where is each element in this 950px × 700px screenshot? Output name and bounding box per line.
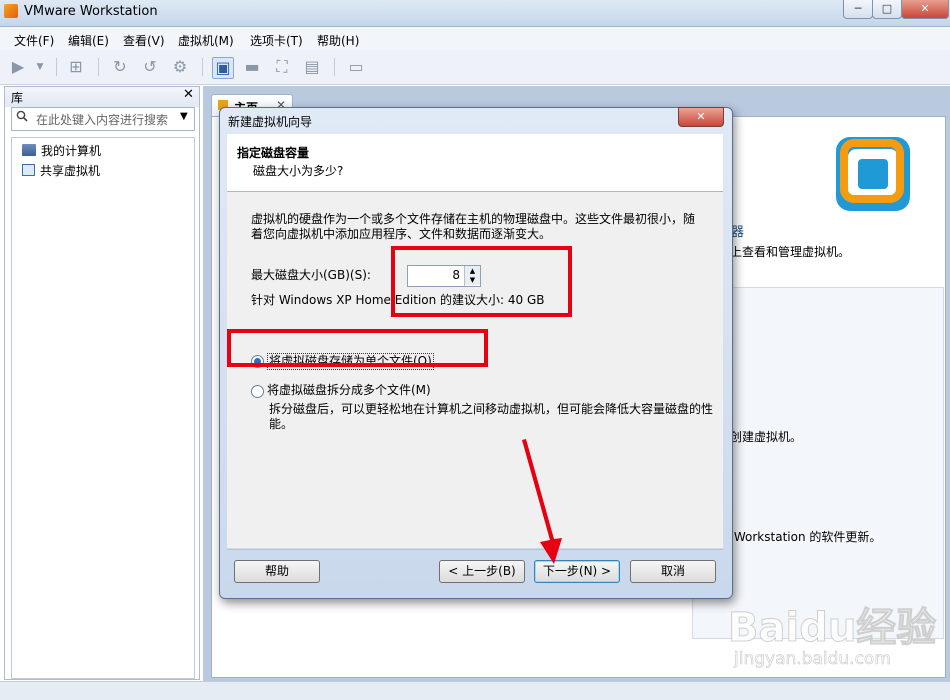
- library-close-icon[interactable]: ✕: [183, 87, 194, 102]
- snapshot-revert-icon[interactable]: ↺: [140, 57, 160, 77]
- unity-icon[interactable]: ▤: [302, 57, 322, 77]
- help-button[interactable]: 帮助: [234, 560, 320, 583]
- toolbar-separator: [56, 58, 57, 76]
- max-disk-size-label: 最大磁盘大小(GB)(S):: [251, 268, 371, 282]
- network-icon[interactable]: ⊞: [66, 57, 86, 77]
- annotation-arrow-icon: [522, 439, 562, 564]
- toolbar: ▶ ▼ ⊞ ↻ ↺ ⚙ ▣ ▬ ⛶ ▤ ▭: [0, 50, 950, 85]
- menu-vm[interactable]: 虚拟机(M): [178, 32, 234, 49]
- search-icon: [16, 110, 28, 122]
- dialog-close-button[interactable]: ✕: [678, 107, 724, 127]
- tree-item-label: 我的计算机: [41, 144, 102, 158]
- play-icon[interactable]: ▶: [8, 57, 28, 77]
- menu-tabs[interactable]: 选项卡(T): [250, 32, 303, 49]
- vmware-logo-icon: [836, 137, 910, 211]
- maximize-button[interactable]: □: [872, 0, 902, 19]
- radio-split-files-label[interactable]: 将虚拟磁盘拆分成多个文件(M): [267, 383, 431, 398]
- split-files-description: 拆分磁盘后，可以更轻松地在计算机之间移动虚拟机，但可能会降低大容量磁盘的性能。: [269, 402, 714, 431]
- chevron-down-icon[interactable]: ▼: [180, 111, 188, 122]
- card-desc-software-update: re Workstation 的软件更新。: [718, 530, 882, 544]
- fullscreen-icon[interactable]: ⛶: [272, 57, 292, 77]
- menu-file[interactable]: 文件(F): [14, 32, 54, 49]
- dialog-header: 指定磁盘容量 磁盘大小为多少?: [227, 134, 723, 192]
- menu-edit[interactable]: 编辑(E): [68, 32, 109, 49]
- baidu-watermark: Baidu经验 jingyan.baidu.com: [727, 595, 943, 685]
- tree-item-label: 共享虚拟机: [40, 164, 101, 178]
- cancel-button[interactable]: 取消: [630, 560, 716, 583]
- toolbar-separator: [334, 58, 335, 76]
- disk-description: 虚拟机的硬盘作为一个或多个文件存储在主机的物理磁盘中。这些文件最初很小，随着您向…: [251, 212, 696, 241]
- watermark-url: jingyan.baidu.com: [734, 649, 891, 670]
- minimize-button[interactable]: ─: [843, 0, 873, 19]
- annotation-box-single-file: [227, 329, 488, 367]
- menu-view[interactable]: 查看(V): [123, 32, 165, 49]
- library-panel: 库 ✕ 在此处键入内容进行搜索 ▼ 我的计算机 共享虚拟机: [4, 86, 200, 680]
- quick-switch-icon[interactable]: ▬: [242, 57, 262, 77]
- snapshot-take-icon[interactable]: ↻: [110, 57, 130, 77]
- normal-view-icon[interactable]: ▣: [212, 57, 234, 79]
- shared-vm-icon: [22, 164, 35, 176]
- dialog-header-subtitle: 磁盘大小为多少?: [253, 164, 344, 178]
- annotation-box-disk-size: [391, 246, 572, 317]
- card-desc-connect-server: 器上查看和管理虚拟机。: [718, 245, 851, 259]
- dialog-title: 新建虚拟机向导: [228, 115, 313, 129]
- watermark-logo: Baidu经验: [727, 605, 937, 652]
- computer-icon: [22, 144, 36, 156]
- menu-help[interactable]: 帮助(H): [317, 32, 359, 49]
- window-title: VMware Workstation: [24, 4, 158, 19]
- library-tree: 我的计算机 共享虚拟机: [11, 137, 195, 679]
- search-input[interactable]: 在此处键入内容进行搜索: [36, 111, 168, 128]
- vmware-app-icon: [4, 4, 18, 18]
- library-title: 库: [11, 91, 24, 105]
- tree-item-shared-vms[interactable]: 共享虚拟机: [22, 162, 100, 179]
- title-bar: VMware Workstation: [0, 0, 950, 27]
- console-view-icon[interactable]: ▭: [346, 57, 366, 77]
- library-search[interactable]: 在此处键入内容进行搜索 ▼: [11, 107, 195, 131]
- dialog-footer-divider: [227, 549, 723, 550]
- toolbar-separator: [98, 58, 99, 76]
- dialog-header-title: 指定磁盘容量: [237, 146, 310, 160]
- toolbar-separator: [202, 58, 203, 76]
- library-header: 库 ✕: [5, 87, 199, 107]
- snapshot-manager-icon[interactable]: ⚙: [170, 57, 190, 77]
- close-window-button[interactable]: ✕: [901, 0, 949, 19]
- dropdown-icon[interactable]: ▼: [30, 57, 50, 77]
- tree-item-my-computer[interactable]: 我的计算机: [22, 142, 101, 159]
- menu-bar: 文件(F) 编辑(E) 查看(V) 虚拟机(M) 选项卡(T) 帮助(H): [0, 27, 950, 50]
- radio-split-files[interactable]: [251, 385, 264, 398]
